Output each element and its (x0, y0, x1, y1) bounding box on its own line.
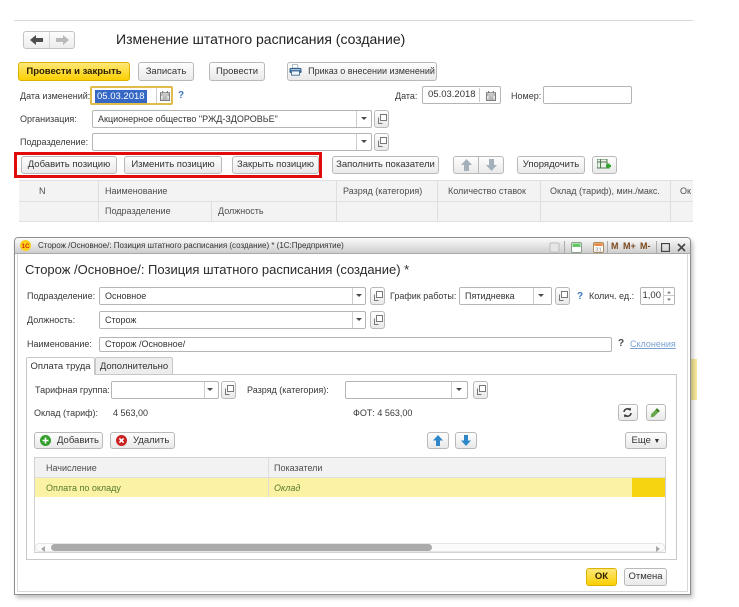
svg-text:31: 31 (595, 248, 601, 253)
svg-text:1C: 1C (21, 243, 30, 250)
